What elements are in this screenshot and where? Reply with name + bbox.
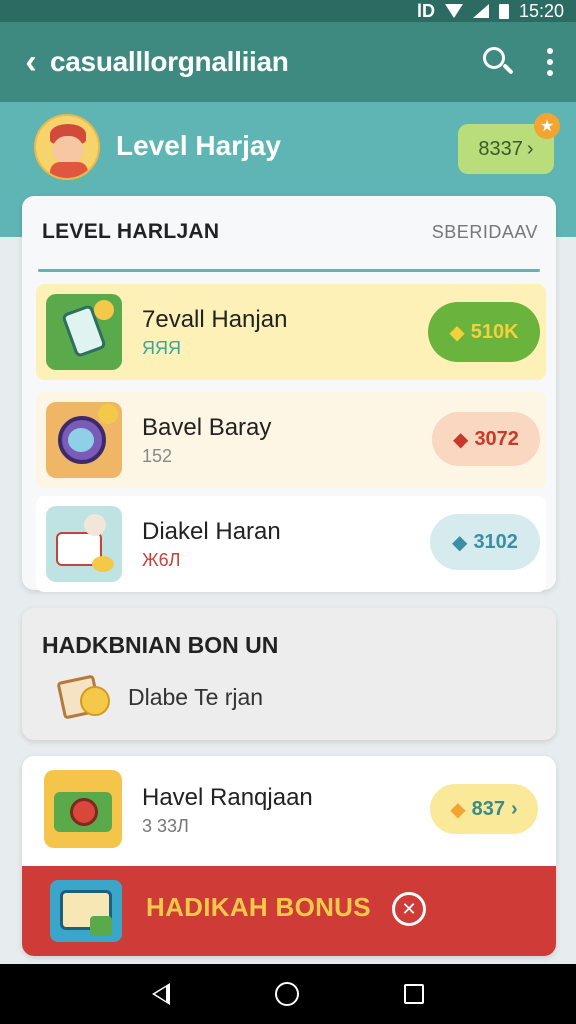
coin-scroll-icon	[56, 672, 118, 724]
system-nav-bar	[0, 964, 576, 1024]
clock-coin-icon	[46, 402, 122, 478]
app-title: casualllorgnalliian	[50, 46, 289, 77]
nav-recents-icon[interactable]	[403, 984, 424, 1004]
status-time: 15:20	[518, 0, 564, 21]
reward-pill[interactable]: ◆ 510K	[428, 302, 540, 362]
bonus-button[interactable]: HADIKAH BONUS ✕	[22, 866, 556, 956]
level-list-card: LEVEL HARLJAN SBERIDAAV 7evall Hanjan ЯЯ…	[22, 196, 556, 592]
list-item-subtitle: Ж6Л	[142, 550, 181, 570]
bonus-heading: HADKBNIAN BON UN	[42, 632, 279, 658]
list-item-title: Diakel Haran	[142, 518, 281, 545]
list-item-subtitle: ЯЯЯ	[142, 338, 181, 358]
divider	[38, 269, 540, 272]
coin-balance: 8337	[478, 137, 523, 160]
gem-icon: ◆	[450, 798, 466, 821]
bonus-button-label: HADIKAH BONUS	[146, 892, 371, 922]
nav-home-icon[interactable]	[274, 982, 299, 1006]
gem-icon: ◆	[449, 321, 465, 344]
list-item[interactable]: 7evall Hanjan ЯЯЯ ◆ 510K	[36, 284, 546, 380]
more-button[interactable]	[540, 42, 560, 82]
reward-pill[interactable]: ◆ 3102	[430, 514, 540, 570]
list-item-title: Bavel Baray	[142, 414, 272, 441]
status-bar: lD 15:20	[0, 0, 576, 22]
search-button[interactable]	[478, 42, 518, 82]
chevron-right-icon: ›	[526, 137, 534, 160]
chevron-right-icon: ›	[511, 797, 518, 820]
reward-value: 837	[471, 797, 506, 820]
bonus-card[interactable]: HADKBNIAN BON UN Dlabe Te rjan	[22, 608, 556, 740]
signal-icon	[472, 4, 489, 18]
list-item-subtitle: 152	[142, 446, 173, 466]
reward-pill[interactable]: ◆ 3072	[432, 412, 540, 466]
phone-cash-icon	[46, 294, 122, 370]
gem-icon: ◆	[453, 428, 469, 451]
list-item-title: 7evall Hanjan	[142, 306, 288, 333]
camera-icon	[44, 770, 122, 848]
app-bar: ‹ casualllorgnalliian	[0, 22, 576, 102]
reward-title: Havel Ranqjaan	[142, 784, 313, 811]
card-heading: LEVEL HARLJAN	[42, 220, 220, 243]
reward-value: 3102	[473, 530, 518, 553]
reward-value: 510K	[470, 320, 519, 343]
ticket-coins-icon	[46, 506, 122, 582]
wifi-icon	[444, 4, 463, 18]
card-heading-action[interactable]: SBERIDAAV	[432, 222, 538, 243]
profile-name: Level Harjay	[116, 130, 281, 161]
status-left-icon: lD	[416, 0, 435, 21]
close-icon[interactable]: ✕	[392, 892, 426, 926]
chevron-left-icon: ‹	[25, 42, 37, 81]
reward-value: 3072	[474, 427, 519, 450]
gift-box-icon	[50, 880, 122, 942]
battery-icon	[498, 3, 509, 19]
nav-back-icon[interactable]	[152, 983, 171, 1005]
avatar[interactable]	[34, 114, 100, 180]
reward-pill[interactable]: ◆ 837 ›	[430, 784, 538, 834]
star-badge-icon: ★	[534, 113, 560, 139]
list-item[interactable]: Diakel Haran Ж6Л ◆ 3102	[36, 496, 546, 592]
reward-subtitle: 3 33Л	[142, 816, 189, 836]
more-vert-icon	[547, 48, 553, 54]
back-button[interactable]: ‹	[16, 42, 46, 82]
list-item[interactable]: Bavel Baray 152 ◆ 3072	[36, 392, 546, 488]
gem-icon: ◆	[452, 531, 468, 554]
bonus-label: Dlabe Te rjan	[128, 684, 264, 710]
